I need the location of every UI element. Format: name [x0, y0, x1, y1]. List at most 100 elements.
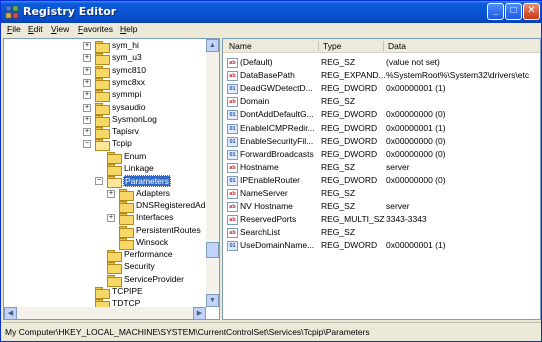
- value-row[interactable]: ab SearchList REG_SZ: [223, 227, 540, 239]
- tree-item-label: Linkage: [124, 163, 154, 173]
- tree-item[interactable]: + symc810: [4, 65, 204, 78]
- tree-item-label: PersistentRoutes: [136, 224, 201, 235]
- column-header-type[interactable]: Type: [323, 41, 341, 51]
- expand-icon[interactable]: +: [83, 91, 91, 100]
- value-name: Domain: [240, 96, 270, 107]
- tree-item-label: DNSRegisteredAda: [136, 199, 211, 210]
- menu-file[interactable]: File: [7, 24, 21, 34]
- tree-item[interactable]: + Adapters: [4, 188, 204, 201]
- tree-item[interactable]: + Interfaces: [4, 212, 204, 226]
- value-row[interactable]: ab Hostname REG_SZ server: [223, 161, 540, 174]
- tree-item[interactable]: − Tcpip: [4, 138, 204, 152]
- tree-item[interactable]: DNSRegisteredAda: [4, 200, 210, 213]
- value-type: REG_DWORD: [321, 122, 378, 133]
- tree-item-label: TCPIPE: [112, 286, 143, 296]
- scroll-left-arrow-icon[interactable]: ◀: [4, 307, 17, 319]
- value-data: 0x00000000 (0): [386, 135, 446, 146]
- value-name: SearchList: [240, 227, 281, 238]
- value-row[interactable]: 01 EnableICMPRedir... REG_DWORD 0x00000001 …: [223, 122, 540, 135]
- menu-view[interactable]: View: [51, 24, 69, 34]
- tree-item[interactable]: ServiceProvider: [4, 274, 204, 287]
- value-data: server: [386, 161, 410, 172]
- tree-item[interactable]: PersistentRoutes: [4, 224, 204, 238]
- value-row[interactable]: 01 ForwardBroadcasts REG_DWORD 0x00000000 (…: [223, 148, 540, 161]
- value-name: DeadGWDetectD...: [240, 83, 313, 94]
- open-folder-icon: [95, 139, 110, 152]
- tree-item[interactable]: + sym_u3: [4, 52, 204, 66]
- tree-item[interactable]: + sysaudio: [4, 102, 204, 115]
- value-row[interactable]: 01 DontAddDefaultG... REG_DWORD 0x00000000 …: [223, 109, 540, 121]
- expand-icon[interactable]: +: [107, 214, 115, 223]
- string-value-icon: ab: [227, 215, 238, 226]
- column-header-name[interactable]: Name: [229, 41, 252, 51]
- tree-horizontal-scrollbar[interactable]: ◀ ▶: [4, 307, 206, 319]
- tree-item[interactable]: + Tapisrv: [4, 126, 204, 140]
- tree-item[interactable]: + symmpi: [4, 89, 204, 103]
- expand-icon[interactable]: +: [83, 103, 91, 112]
- minimize-button[interactable]: _: [487, 3, 504, 20]
- menu-help[interactable]: Help: [120, 24, 137, 34]
- tree-item[interactable]: Security: [4, 261, 204, 275]
- maximize-button[interactable]: □: [505, 3, 522, 20]
- value-row[interactable]: ab ReservedPorts REG_MULTI_SZ 3343-3343: [223, 214, 540, 226]
- column-divider[interactable]: [318, 41, 319, 51]
- value-data: %SystemRoot%\System32\drivers\etc: [386, 70, 530, 81]
- collapse-icon[interactable]: −: [83, 140, 91, 149]
- column-divider[interactable]: [383, 41, 384, 51]
- expand-icon[interactable]: +: [107, 189, 115, 198]
- tree-item[interactable]: TCPIPE: [4, 286, 204, 299]
- value-row[interactable]: 01 IPEnableRouter REG_DWORD 0x00000000 (0): [223, 174, 540, 187]
- values-list-pane[interactable]: Name Type Data ab (Default) REG_SZ (value n…: [222, 38, 541, 320]
- tree-item-label: Tapisrv: [112, 126, 139, 137]
- scroll-up-arrow-icon[interactable]: ▲: [206, 39, 219, 52]
- tree-item[interactable]: + sym_hi: [4, 40, 204, 53]
- tree-item-label: Parameters: [123, 175, 171, 188]
- tree-vertical-scrollbar[interactable]: ▲ ▼: [206, 39, 219, 307]
- menu-favorites[interactable]: Favorites: [78, 24, 113, 34]
- expand-icon[interactable]: +: [83, 78, 91, 87]
- key-tree-pane[interactable]: + sym_hi + sym_u3 + symc810 + symc8xx + symmpi + sy…: [3, 38, 220, 320]
- value-name: EnableSecurityFil...: [240, 135, 314, 146]
- tree-item[interactable]: Performance: [4, 249, 204, 263]
- expand-icon[interactable]: +: [83, 115, 91, 124]
- value-name: IPEnableRouter: [240, 174, 301, 185]
- expand-icon[interactable]: +: [83, 66, 91, 75]
- title-bar[interactable]: Registry Editor _ □ ✕: [1, 1, 541, 23]
- expand-icon[interactable]: +: [83, 128, 91, 137]
- value-name: NameServer: [240, 188, 288, 198]
- tree-item[interactable]: Winsock: [4, 237, 204, 250]
- tree-item[interactable]: + symc8xx: [4, 77, 204, 90]
- expand-icon[interactable]: +: [83, 42, 91, 50]
- close-button[interactable]: ✕: [523, 3, 540, 20]
- value-type: REG_DWORD: [321, 240, 378, 251]
- value-row[interactable]: 01 EnableSecurityFil... REG_DWORD 0x0000000…: [223, 135, 540, 148]
- value-row[interactable]: ab DataBasePath REG_EXPAND... %SystemRoot%\…: [223, 70, 540, 82]
- scroll-right-arrow-icon[interactable]: ▶: [193, 307, 206, 319]
- folder-icon: [119, 237, 134, 250]
- open-folder-icon: [107, 176, 122, 189]
- tree-item[interactable]: Linkage: [4, 163, 204, 176]
- menu-edit[interactable]: Edit: [28, 24, 43, 34]
- value-name: ForwardBroadcasts: [240, 148, 314, 159]
- value-row[interactable]: ab (Default) REG_SZ (value not set): [223, 57, 540, 69]
- value-row[interactable]: 01 DeadGWDetectD... REG_DWORD 0x00000001 (1…: [223, 83, 540, 95]
- tree-scroll-thumb[interactable]: [206, 242, 219, 258]
- folder-icon: [107, 274, 122, 287]
- expand-icon[interactable]: +: [83, 54, 91, 63]
- tree-item[interactable]: + SysmonLog: [4, 114, 204, 127]
- value-row[interactable]: ab NameServer REG_SZ: [223, 188, 540, 200]
- column-header-data[interactable]: Data: [388, 41, 406, 51]
- value-type: REG_SZ: [321, 96, 356, 107]
- value-type: REG_DWORD: [321, 109, 378, 120]
- scroll-down-arrow-icon[interactable]: ▼: [206, 294, 219, 307]
- tree-item[interactable]: − Parameters: [4, 175, 204, 189]
- string-value-icon: ab: [227, 71, 238, 82]
- value-row[interactable]: 01 UseDomainName... REG_DWORD 0x00000001 (1…: [223, 240, 540, 252]
- value-row[interactable]: ab Domain REG_SZ: [223, 96, 540, 108]
- binary-value-icon: 01: [227, 241, 238, 252]
- folder-icon: [107, 164, 122, 176]
- value-row[interactable]: ab NV Hostname REG_SZ server: [223, 201, 540, 213]
- value-data: 0x00000000 (0): [386, 109, 446, 120]
- tree-item[interactable]: Enum: [4, 151, 204, 164]
- collapse-icon[interactable]: −: [95, 177, 103, 186]
